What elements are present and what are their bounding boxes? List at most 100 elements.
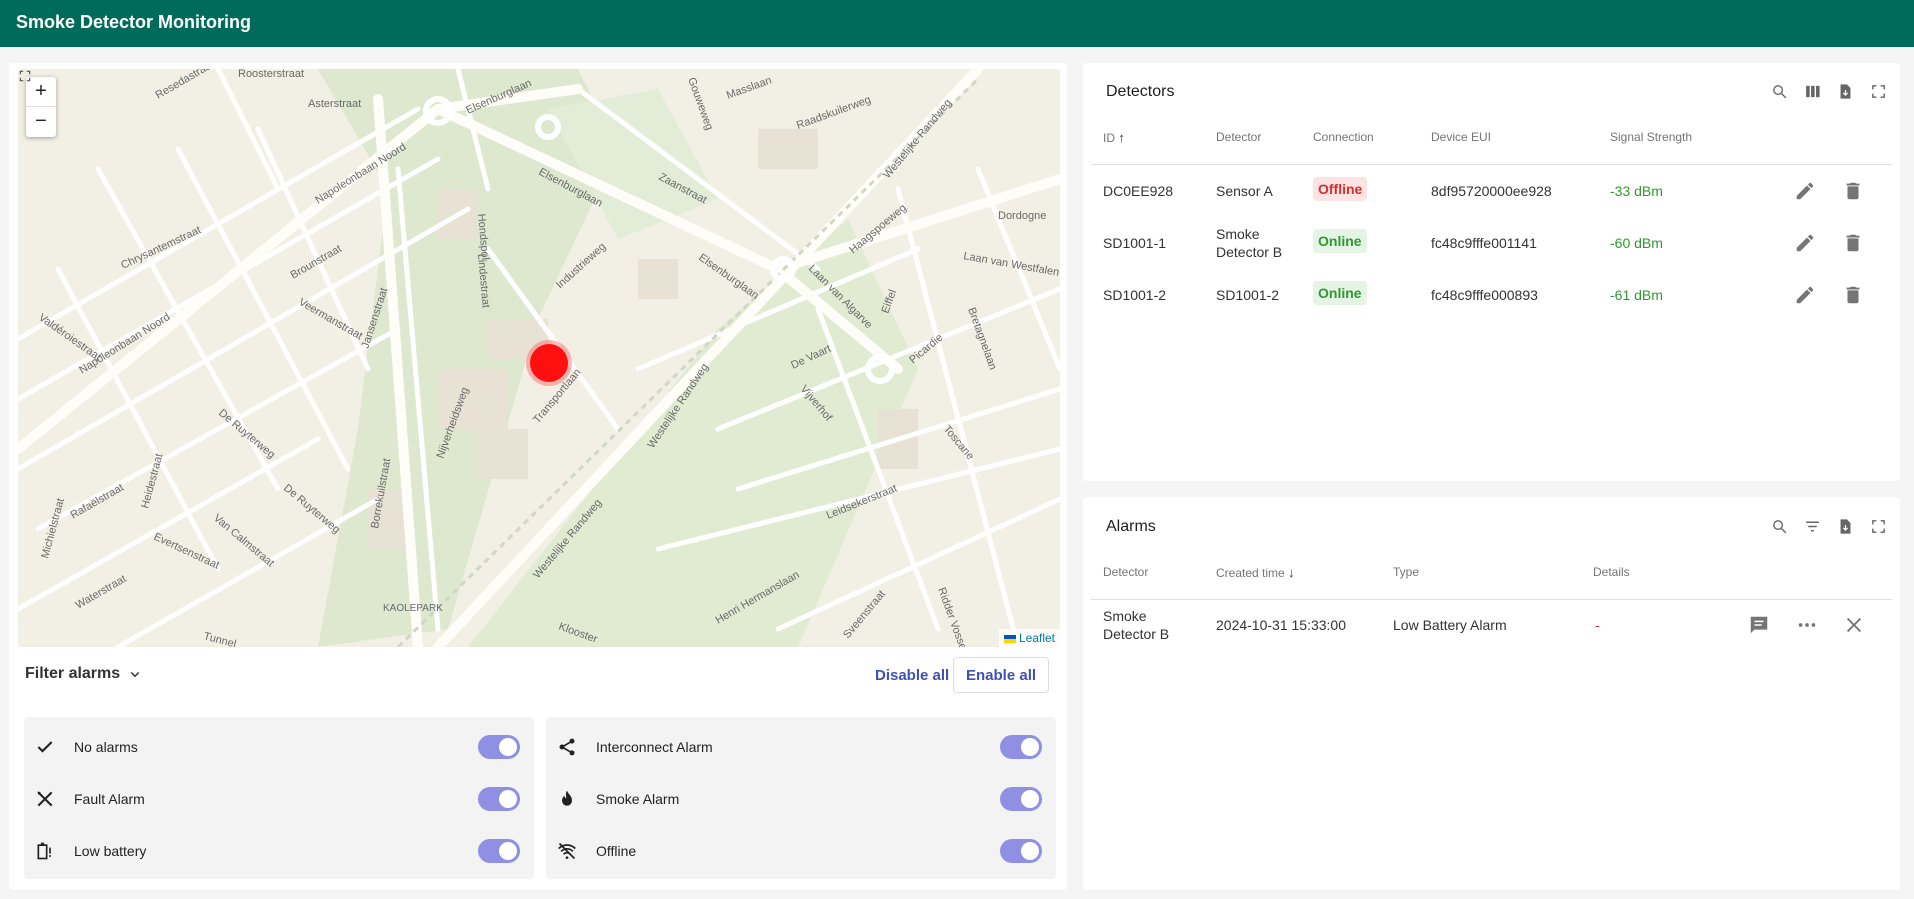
filter-icon[interactable] (1804, 518, 1821, 535)
search-icon[interactable] (1771, 83, 1788, 100)
column-header-created-time[interactable]: Created time ↓ (1216, 565, 1295, 580)
chevron-down-icon (130, 671, 140, 678)
map-street-label: Eiffel (880, 288, 900, 315)
detector-name: Smoke Detector B (1216, 226, 1283, 260)
fault-alarm-toggle[interactable] (478, 787, 520, 811)
map-attribution[interactable]: Leaflet (998, 629, 1060, 647)
app-title: Smoke Detector Monitoring (16, 12, 252, 32)
detectors-title: Detectors (1106, 83, 1175, 100)
more-horizontal-icon[interactable] (1796, 614, 1818, 636)
ukraine-flag-icon (1003, 634, 1016, 643)
divider (1091, 164, 1892, 165)
detectors-card: Detectors ID ↑ Detector Connection Devic… (1083, 63, 1900, 481)
detector-id: SD1001-2 (1103, 287, 1167, 303)
wifi-off-icon (556, 840, 578, 862)
edit-icon[interactable] (1794, 180, 1816, 202)
export-file-icon[interactable] (1837, 83, 1854, 100)
map-street-label: Dordogne (998, 210, 1046, 222)
detectors-toolbar (1771, 83, 1887, 100)
enable-all-button[interactable]: Enable all (953, 657, 1050, 693)
alarm-filter-row: Fault Alarm (24, 773, 534, 825)
edit-icon[interactable] (1794, 284, 1816, 306)
signal-strength: -61 dBm (1610, 287, 1663, 303)
detector-name: Sensor A (1216, 183, 1273, 199)
delete-icon[interactable] (1842, 232, 1864, 254)
device-eui: fc48c9fffe000893 (1431, 287, 1538, 303)
column-header-type[interactable]: Type (1393, 565, 1419, 579)
interconnect-alarm-toggle[interactable] (1000, 735, 1042, 759)
delete-icon[interactable] (1842, 284, 1864, 306)
alarm-filter-panel-left: No alarms Fault Alarm Low battery (24, 717, 534, 879)
map-street-label: Ridder Vossen (935, 586, 971, 647)
detector-marker[interactable] (530, 344, 568, 382)
alarms-card: Alarms Detector Created time ↓ Type Deta… (1083, 497, 1900, 890)
status-badge: Online (1313, 281, 1367, 305)
battery-alert-icon (34, 840, 56, 862)
filter-alarms-dropdown[interactable]: Filter alarms (25, 665, 144, 683)
column-header-device-eui[interactable]: Device EUI (1431, 130, 1491, 144)
no-alarms-toggle[interactable] (478, 735, 520, 759)
search-icon[interactable] (1771, 518, 1788, 535)
fullscreen-icon[interactable] (1870, 83, 1887, 100)
alarm-filter-panel-right: Interconnect Alarm Smoke Alarm Offline (546, 717, 1056, 879)
status-badge: Offline (1313, 177, 1368, 201)
fire-icon (556, 788, 578, 810)
alarm-detector: Smoke Detector B (1103, 608, 1170, 642)
map-street-label: Masslaan (725, 74, 773, 101)
filter-title: Filter alarms (25, 665, 121, 682)
column-header-id[interactable]: ID ↑ (1103, 130, 1125, 145)
attribution-link[interactable]: Leaflet (1019, 631, 1055, 645)
device-eui: 8df95720000ee928 (1431, 183, 1552, 199)
column-header-connection[interactable]: Connection (1313, 130, 1374, 144)
alarms-toolbar (1771, 518, 1887, 535)
map-street-label: Asterstraat (308, 98, 361, 110)
close-icon[interactable] (1843, 614, 1865, 636)
zoom-control: + − (26, 77, 56, 137)
map-street-label: KAOLEPARK (383, 603, 443, 614)
signal-strength: -60 dBm (1610, 235, 1663, 251)
low-battery-toggle[interactable] (478, 839, 520, 863)
delete-icon[interactable] (1842, 180, 1864, 202)
alarm-filter-label: Low battery (74, 843, 147, 859)
alarm-filter-row: No alarms (24, 721, 534, 773)
column-header-detector[interactable]: Detector (1103, 565, 1148, 579)
columns-icon[interactable] (1804, 83, 1821, 100)
map-street-label: Westelijke Randweg (881, 97, 954, 181)
alarm-filter-label: No alarms (74, 739, 138, 755)
app-header: Smoke Detector Monitoring (0, 0, 1914, 47)
map-fullscreen-icon[interactable] (18, 69, 32, 83)
export-file-icon[interactable] (1837, 518, 1854, 535)
offline-toggle[interactable] (1000, 839, 1042, 863)
smoke-alarm-toggle[interactable] (1000, 787, 1042, 811)
comment-icon[interactable] (1748, 614, 1770, 636)
disable-all-button[interactable]: Disable all (863, 657, 961, 693)
fullscreen-icon[interactable] (1870, 518, 1887, 535)
detector-id: SD1001-1 (1103, 235, 1167, 251)
alarm-filter-row: Offline (546, 825, 1056, 877)
sort-arrow-down-icon: ↓ (1288, 565, 1295, 580)
map-street-label: Tunnel (202, 630, 237, 647)
alarm-filter-label: Interconnect Alarm (596, 739, 713, 755)
map-street-label: Rafaëlstraat (69, 482, 126, 522)
map-street-label: Waterstraat (74, 573, 129, 612)
map[interactable]: Elsenburglaan Napoleonbaan Noord Elsenbu… (18, 69, 1060, 647)
share-icon (556, 736, 578, 758)
edit-icon[interactable] (1794, 232, 1816, 254)
map-street-label: Roosterstraat (238, 69, 304, 80)
map-card: Elsenburglaan Napoleonbaan Noord Elsenbu… (9, 63, 1067, 890)
status-badge: Online (1313, 229, 1367, 253)
zoom-out-button[interactable]: − (26, 107, 56, 137)
column-header-details[interactable]: Details (1593, 565, 1630, 579)
map-street-label: Resedastraat (154, 69, 217, 102)
alarm-filter-label: Offline (596, 843, 637, 859)
column-header-signal-strength[interactable]: Signal Strength (1610, 130, 1692, 144)
column-header-detector[interactable]: Detector (1216, 130, 1261, 144)
alarm-filter-label: Fault Alarm (74, 791, 145, 807)
divider (1091, 599, 1892, 600)
alarm-type: Low Battery Alarm (1393, 617, 1507, 633)
map-street-label: Gouweweg (685, 76, 715, 132)
check-icon (34, 736, 56, 758)
tools-icon (34, 788, 56, 810)
alarm-filter-row: Smoke Alarm (546, 773, 1056, 825)
signal-strength: -33 dBm (1610, 183, 1663, 199)
